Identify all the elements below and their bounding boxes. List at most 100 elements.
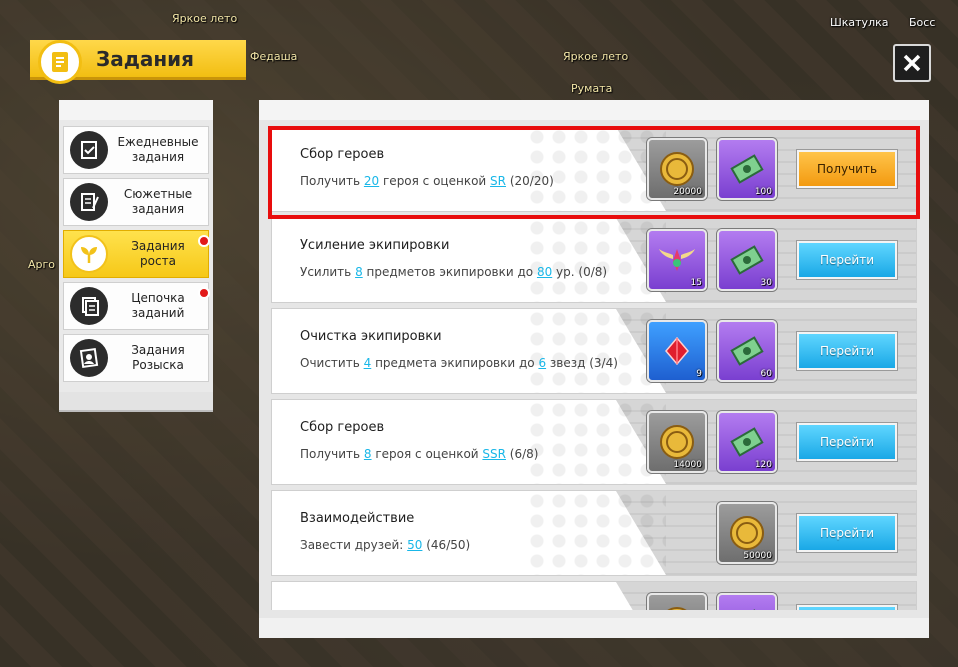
- desc-highlight: 50: [407, 538, 423, 552]
- reward-count: 120: [754, 460, 772, 470]
- quest-row: Сбор героев Получить 20 героя с оценкой …: [271, 126, 917, 212]
- go-button[interactable]: Перейти: [797, 241, 897, 279]
- sprout-icon: [70, 235, 108, 273]
- winged-emblem-icon: [659, 249, 695, 271]
- desc-text: героя с оценкой: [379, 174, 491, 188]
- quest-scroll-icon: [38, 40, 82, 84]
- wanted-poster-icon: [70, 339, 108, 377]
- quest-title: Очистка экипировки: [300, 329, 442, 344]
- quest-title: Сбор героев: [300, 420, 385, 435]
- menu-item-chain[interactable]: Цепочка заданий: [63, 282, 210, 330]
- menu-item-story[interactable]: Сюжетные задания: [63, 178, 209, 226]
- world-label: Федаша: [250, 50, 298, 63]
- close-button[interactable]: [893, 44, 931, 82]
- reward-slot[interactable]: [717, 593, 777, 610]
- desc-text: Получить: [300, 174, 364, 188]
- cash-stack-icon: [730, 336, 764, 366]
- desc-highlight: 20: [363, 174, 380, 188]
- row-hex-decor: [526, 309, 666, 393]
- reward-slot[interactable]: [647, 593, 707, 610]
- reward-slot[interactable]: 20000: [647, 138, 707, 200]
- desc-progress: ур. (0/8): [552, 265, 608, 279]
- cash-stack-icon: [730, 245, 764, 275]
- reward-slot[interactable]: 120: [717, 411, 777, 473]
- window-title: Задания: [96, 46, 195, 71]
- quest-title: Усиление экипировки: [300, 238, 450, 253]
- world-label: Яркое лето: [172, 12, 238, 25]
- close-icon: [903, 54, 921, 72]
- gold-coin-icon: [660, 425, 694, 459]
- go-button[interactable]: Перейти: [797, 423, 897, 461]
- quest-row: Взаимодействие Завести друзей: 50 (46/50…: [271, 490, 917, 576]
- quest-row: [271, 581, 917, 610]
- desc-text: предметов экипировки до: [362, 265, 537, 279]
- world-label: Яркое лето: [563, 50, 629, 63]
- go-button[interactable]: Перейти: [797, 332, 897, 370]
- reward-count: 100: [754, 187, 772, 197]
- gold-coin-icon: [667, 607, 687, 610]
- reward-count: 15: [690, 278, 702, 288]
- quest-description: Получить 20 героя с оценкой SR (20/20): [300, 174, 554, 188]
- row-hex-decor: [526, 218, 666, 302]
- reward-slot[interactable]: 100: [717, 138, 777, 200]
- gold-coin-icon: [730, 516, 764, 550]
- desc-progress: звезд (3/4): [546, 356, 618, 370]
- desc-highlight: 80: [536, 265, 553, 279]
- menu-item-label: Сюжетные задания: [123, 187, 193, 216]
- scroll-stack-icon: [70, 287, 108, 325]
- menu-item-label: Ежедневные задания: [117, 135, 199, 164]
- quest-description: Получить 8 героя с оценкой SSR (6/8): [300, 447, 538, 461]
- menu-footer: [59, 392, 213, 410]
- cash-stack-icon: [730, 154, 764, 184]
- row-hex-decor: [526, 400, 666, 484]
- panel-footer: [259, 618, 929, 638]
- window-title-plate: Задания: [30, 40, 246, 84]
- world-label: Румата: [571, 82, 613, 95]
- quest-description: Усилить 8 предметов экипировки до 80 ур.…: [300, 265, 607, 279]
- quest-description: Завести друзей: 50 (46/50): [300, 538, 470, 552]
- checklist-icon: [70, 131, 108, 169]
- gold-coin-icon: [660, 152, 694, 186]
- notification-badge: [198, 287, 210, 299]
- cash-stack-icon: [730, 609, 764, 610]
- cash-stack-icon: [730, 427, 764, 457]
- desc-text: предмета экипировки до: [371, 356, 539, 370]
- menu-item-label: Задания роста: [131, 239, 185, 268]
- quest-title: Сбор героев: [300, 147, 385, 162]
- desc-text: Очистить: [300, 356, 364, 370]
- reward-slot[interactable]: 30: [717, 229, 777, 291]
- desc-highlight: 8: [355, 265, 363, 279]
- quest-row: Очистка экипировки Очистить 4 предмета э…: [271, 308, 917, 394]
- menu-item-growth[interactable]: Задания роста: [63, 230, 210, 278]
- row-hex-decor: [526, 127, 666, 211]
- desc-progress: (20/20): [506, 174, 554, 188]
- boss-menu-label[interactable]: Босс: [909, 16, 935, 29]
- desc-text: героя с оценкой: [371, 447, 483, 461]
- desc-text: Усилить: [300, 265, 356, 279]
- go-button[interactable]: Перейти: [797, 514, 897, 552]
- chest-menu-label[interactable]: Шкатулка: [830, 16, 888, 29]
- reward-slot[interactable]: 15: [647, 229, 707, 291]
- desc-text: Завести друзей:: [300, 538, 408, 552]
- reward-slot[interactable]: 14000: [647, 411, 707, 473]
- desc-highlight: SSR: [482, 447, 506, 461]
- reward-count: 60: [760, 369, 772, 379]
- go-button[interactable]: [797, 605, 897, 610]
- claim-button[interactable]: Получить: [797, 150, 897, 188]
- reward-count: 30: [760, 278, 772, 288]
- reward-slot[interactable]: 9: [647, 320, 707, 382]
- reward-slot[interactable]: 60: [717, 320, 777, 382]
- quest-title: Взаимодействие: [300, 511, 415, 526]
- menu-item-label: Задания Розыска: [131, 343, 185, 372]
- desc-progress: (46/50): [422, 538, 471, 552]
- reward-slot[interactable]: 50000: [717, 502, 777, 564]
- quest-row: Усиление экипировки Усилить 8 предметов …: [271, 217, 917, 303]
- desc-highlight: 6: [538, 356, 547, 370]
- desc-highlight: 8: [363, 447, 372, 461]
- menu-item-daily[interactable]: Ежедневные задания: [63, 126, 209, 174]
- desc-text: Получить: [300, 447, 364, 461]
- desc-highlight: SR: [490, 174, 507, 188]
- quest-list[interactable]: Сбор героев Получить 20 героя с оценкой …: [271, 126, 917, 610]
- menu-item-wanted[interactable]: Задания Розыска: [63, 334, 209, 382]
- reward-count: 9: [696, 369, 702, 379]
